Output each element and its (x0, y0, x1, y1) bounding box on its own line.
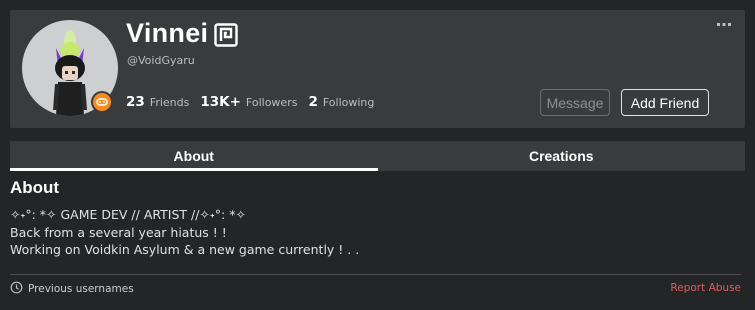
followers-label: Followers (245, 96, 298, 109)
friends-label: Friends (149, 96, 190, 109)
profile-tabs: About Creations (10, 141, 745, 171)
following-stat[interactable]: 2 Following (308, 94, 374, 110)
following-label: Following (322, 96, 375, 109)
history-icon (10, 281, 23, 297)
tab-about[interactable]: About (10, 141, 378, 171)
about-line: Back from a several year hiatus ! ! (10, 224, 227, 240)
social-stats: 23 Friends 13K+ Followers 2 Following (126, 94, 385, 110)
display-name-row: Vinnei (126, 18, 239, 49)
display-name: Vinnei (126, 18, 209, 48)
username: @VoidGyaru (127, 54, 195, 67)
report-abuse-link[interactable]: Report Abuse (670, 282, 741, 294)
about-line: ✧˖°: *✧ GAME DEV // ARTIST //✧˖°: *✧ (10, 207, 246, 222)
about-line: Working on Voidkin Asylum & a new game c… (10, 242, 360, 257)
about-description: ✧˖°: *✧ GAME DEV // ARTIST //✧˖°: *✧ Bac… (10, 206, 745, 259)
add-friend-button[interactable]: Add Friend (621, 89, 709, 116)
followers-stat[interactable]: 13K+ Followers (200, 94, 297, 110)
profile-header-card: Vinnei @VoidGyaru 23 Friends 13K+ Follow… (10, 10, 745, 128)
previous-usernames-label: Previous usernames (28, 283, 134, 295)
message-button[interactable]: Message (540, 89, 610, 116)
followers-count: 13K+ (200, 94, 241, 110)
friends-stat[interactable]: 23 Friends (126, 94, 189, 110)
friends-count: 23 (126, 94, 145, 110)
more-options-icon[interactable] (717, 19, 731, 29)
previous-usernames-button[interactable]: Previous usernames (10, 281, 134, 297)
following-count: 2 (308, 94, 318, 110)
tab-creations[interactable]: Creations (378, 141, 746, 171)
playing-presence-icon[interactable] (91, 91, 113, 113)
premium-icon (214, 22, 239, 47)
divider (10, 274, 741, 275)
about-heading: About (10, 178, 60, 197)
